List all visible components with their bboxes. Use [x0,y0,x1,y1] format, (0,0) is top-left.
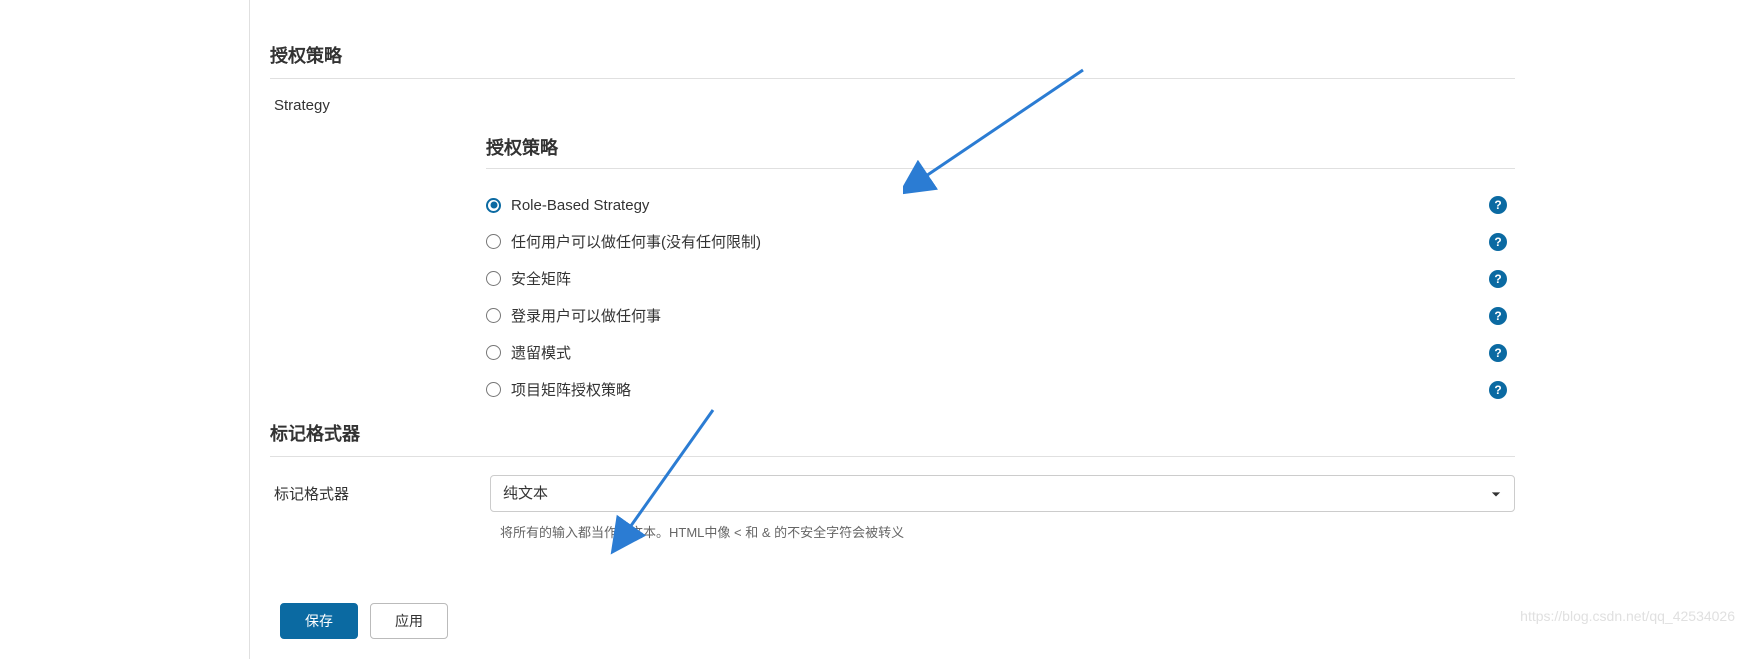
radio-label[interactable]: Role-Based Strategy [511,197,649,214]
divider [486,168,1515,169]
radio-anyone[interactable] [486,234,501,249]
authorization-section: 授权策略 Strategy 授权策略 Role-Based Strategy ?… [270,42,1515,408]
strategy-option-loggedin: 登录用户可以做任何事 ? [486,297,1515,334]
strategy-option-role-based: Role-Based Strategy ? [486,187,1515,223]
strategy-subsection: 授权策略 Role-Based Strategy ? 任何用户可以做任何事(没有… [486,134,1515,408]
radio-label[interactable]: 遗留模式 [511,342,571,363]
divider [270,78,1515,79]
main-content: None 授权策略 Strategy 授权策略 Role-Based Strat… [270,0,1755,659]
save-button[interactable]: 保存 [280,603,358,639]
strategy-sub-title: 授权策略 [486,134,1515,160]
apply-button[interactable]: 应用 [370,603,448,639]
help-icon[interactable]: ? [1489,307,1507,325]
strategy-radio-list: Role-Based Strategy ? 任何用户可以做任何事(没有任何限制)… [486,187,1515,408]
radio-role-based[interactable] [486,198,501,213]
radio-label[interactable]: 登录用户可以做任何事 [511,305,661,326]
formatter-row: 标记格式器 纯文本 将所有的输入都当作纯文本。HTML中像 < 和 & 的不安全… [270,475,1515,541]
radio-matrix[interactable] [486,271,501,286]
help-icon[interactable]: ? [1489,344,1507,362]
help-icon[interactable]: ? [1489,233,1507,251]
radio-loggedin[interactable] [486,308,501,323]
strategy-field-label: Strategy [274,97,1515,114]
radio-legacy[interactable] [486,345,501,360]
strategy-option-matrix: 安全矩阵 ? [486,260,1515,297]
formatter-field-label: 标记格式器 [274,475,490,504]
formatter-hint: 将所有的输入都当作纯文本。HTML中像 < 和 & 的不安全字符会被转义 [500,522,1515,541]
radio-project-matrix[interactable] [486,382,501,397]
divider [270,456,1515,457]
strategy-option-anyone: 任何用户可以做任何事(没有任何限制) ? [486,223,1515,260]
help-icon[interactable]: ? [1489,381,1507,399]
help-icon[interactable]: ? [1489,270,1507,288]
formatter-select[interactable]: 纯文本 [490,475,1515,512]
formatter-section: 标记格式器 标记格式器 纯文本 将所有的输入都当作纯文本。HTML中像 < 和 … [270,420,1515,541]
radio-label[interactable]: 项目矩阵授权策略 [511,379,631,400]
strategy-option-project-matrix: 项目矩阵授权策略 ? [486,371,1515,408]
button-bar: 保存 应用 [280,603,448,639]
radio-label[interactable]: 任何用户可以做任何事(没有任何限制) [511,231,761,252]
left-sidebar [0,0,250,659]
watermark: https://blog.csdn.net/qq_42534026 [1520,608,1735,624]
formatter-title: 标记格式器 [270,420,1515,446]
radio-label[interactable]: 安全矩阵 [511,268,571,289]
auth-section-title: 授权策略 [270,42,1515,68]
strategy-option-legacy: 遗留模式 ? [486,334,1515,371]
help-icon[interactable]: ? [1489,196,1507,214]
